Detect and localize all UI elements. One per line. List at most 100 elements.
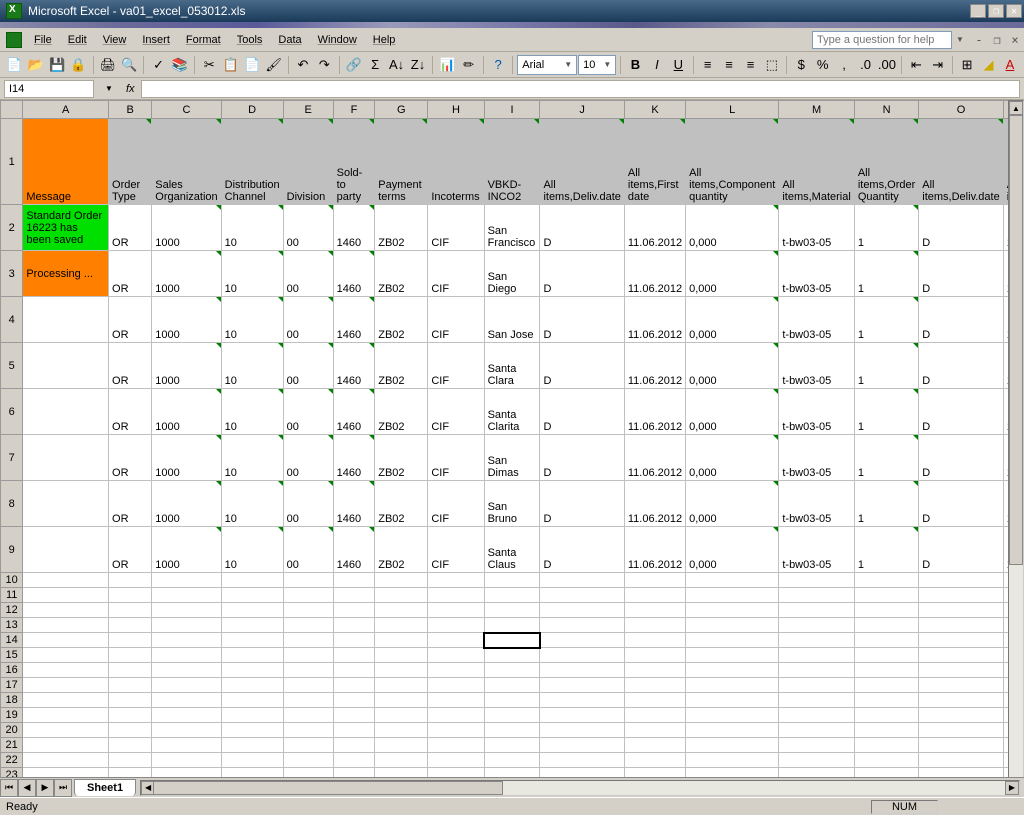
cell-B2[interactable]: OR (109, 205, 152, 251)
italic-button[interactable]: I (647, 54, 667, 76)
cell-B20[interactable] (109, 723, 152, 738)
cell-F12[interactable] (333, 603, 375, 618)
cell-B14[interactable] (109, 633, 152, 648)
horizontal-scrollbar[interactable]: ◀ ▶ (140, 780, 1020, 796)
cell-L20[interactable] (686, 723, 779, 738)
maximize-button[interactable]: ❐ (988, 4, 1004, 18)
cell-E7[interactable]: 00 (283, 435, 333, 481)
cell-I15[interactable] (484, 648, 540, 663)
cell-C8[interactable]: 1000 (152, 481, 221, 527)
cell-K8[interactable]: 11.06.2012 (624, 481, 685, 527)
col-header-N[interactable]: N (854, 101, 918, 119)
increase-decimal-button[interactable]: .0 (855, 54, 875, 76)
format-painter-button[interactable]: 🖌 (263, 54, 283, 76)
cell-J13[interactable] (540, 618, 624, 633)
cell-A14[interactable] (23, 633, 109, 648)
row-header-9[interactable]: 9 (1, 527, 23, 573)
first-sheet-button[interactable]: ⏮ (0, 779, 18, 797)
row-header-22[interactable]: 22 (1, 753, 23, 768)
cell-N3[interactable]: 1 (854, 251, 918, 297)
cell-B16[interactable] (109, 663, 152, 678)
cell-O5[interactable]: D (919, 343, 1003, 389)
currency-button[interactable]: $ (791, 54, 811, 76)
last-sheet-button[interactable]: ⏭ (54, 779, 72, 797)
cell-M7[interactable]: t-bw03-05 (779, 435, 854, 481)
cell-H20[interactable] (428, 723, 484, 738)
cell-L7[interactable]: 0,000 (686, 435, 779, 481)
cell-L19[interactable] (686, 708, 779, 723)
cell-I8[interactable]: San Bruno (484, 481, 540, 527)
font-name-select[interactable]: Arial▼ (517, 55, 577, 75)
cell-F14[interactable] (333, 633, 375, 648)
cell-E14[interactable] (283, 633, 333, 648)
autosum-button[interactable]: Σ (365, 54, 385, 76)
cell-A19[interactable] (23, 708, 109, 723)
cell-I16[interactable] (484, 663, 540, 678)
cell-D8[interactable]: 10 (221, 481, 283, 527)
cell-B8[interactable]: OR (109, 481, 152, 527)
cell-L21[interactable] (686, 738, 779, 753)
cell-K15[interactable] (624, 648, 685, 663)
merge-button[interactable]: ⬚ (762, 54, 782, 76)
cell-O4[interactable]: D (919, 297, 1003, 343)
cell-J22[interactable] (540, 753, 624, 768)
cell-C20[interactable] (152, 723, 221, 738)
col-header-B[interactable]: B (109, 101, 152, 119)
cell-J15[interactable] (540, 648, 624, 663)
cell-E15[interactable] (283, 648, 333, 663)
cell-C22[interactable] (152, 753, 221, 768)
cell-G20[interactable] (375, 723, 428, 738)
worksheet-area[interactable]: ABCDEFGHIJKLMNO1MessageOrder TypeSales O… (0, 100, 1024, 815)
cell-A13[interactable] (23, 618, 109, 633)
cell-G4[interactable]: ZB02 (375, 297, 428, 343)
cell-O3[interactable]: D (919, 251, 1003, 297)
cell-E17[interactable] (283, 678, 333, 693)
cell-F11[interactable] (333, 588, 375, 603)
font-color-button[interactable]: A (1000, 54, 1020, 76)
cell-D10[interactable] (221, 573, 283, 588)
cell-K16[interactable] (624, 663, 685, 678)
cell-K18[interactable] (624, 693, 685, 708)
cell-F4[interactable]: 1460 (333, 297, 375, 343)
cell-D12[interactable] (221, 603, 283, 618)
cell-B22[interactable] (109, 753, 152, 768)
cell-E22[interactable] (283, 753, 333, 768)
cell-B4[interactable]: OR (109, 297, 152, 343)
cell-D2[interactable]: 10 (221, 205, 283, 251)
cell-H14[interactable] (428, 633, 484, 648)
cell-J18[interactable] (540, 693, 624, 708)
cell-D3[interactable]: 10 (221, 251, 283, 297)
cell-J6[interactable]: D (540, 389, 624, 435)
cell-F9[interactable]: 1460 (333, 527, 375, 573)
menu-insert[interactable]: Insert (134, 32, 178, 48)
cell-L1[interactable]: All items,Component quantity (686, 119, 779, 205)
cell-M17[interactable] (779, 678, 854, 693)
col-header-H[interactable]: H (428, 101, 484, 119)
col-header-E[interactable]: E (283, 101, 333, 119)
copy-button[interactable]: 📋 (221, 54, 241, 76)
cell-L13[interactable] (686, 618, 779, 633)
cell-N19[interactable] (854, 708, 918, 723)
cell-E16[interactable] (283, 663, 333, 678)
cell-C9[interactable]: 1000 (152, 527, 221, 573)
cell-G21[interactable] (375, 738, 428, 753)
cut-button[interactable]: ✂ (199, 54, 219, 76)
row-header-3[interactable]: 3 (1, 251, 23, 297)
cell-C4[interactable]: 1000 (152, 297, 221, 343)
cell-L14[interactable] (686, 633, 779, 648)
cell-B5[interactable]: OR (109, 343, 152, 389)
cell-F15[interactable] (333, 648, 375, 663)
cell-C13[interactable] (152, 618, 221, 633)
sort-asc-button[interactable]: A↓ (386, 54, 406, 76)
align-left-button[interactable]: ≡ (697, 54, 717, 76)
menu-tools[interactable]: Tools (229, 32, 271, 48)
cell-A3[interactable]: Processing ... (23, 251, 109, 297)
menu-help[interactable]: Help (365, 32, 404, 48)
cell-G1[interactable]: Payment terms (375, 119, 428, 205)
cell-H19[interactable] (428, 708, 484, 723)
cell-O2[interactable]: D (919, 205, 1003, 251)
cell-E18[interactable] (283, 693, 333, 708)
sort-desc-button[interactable]: Z↓ (408, 54, 428, 76)
cell-E1[interactable]: Division (283, 119, 333, 205)
cell-N21[interactable] (854, 738, 918, 753)
